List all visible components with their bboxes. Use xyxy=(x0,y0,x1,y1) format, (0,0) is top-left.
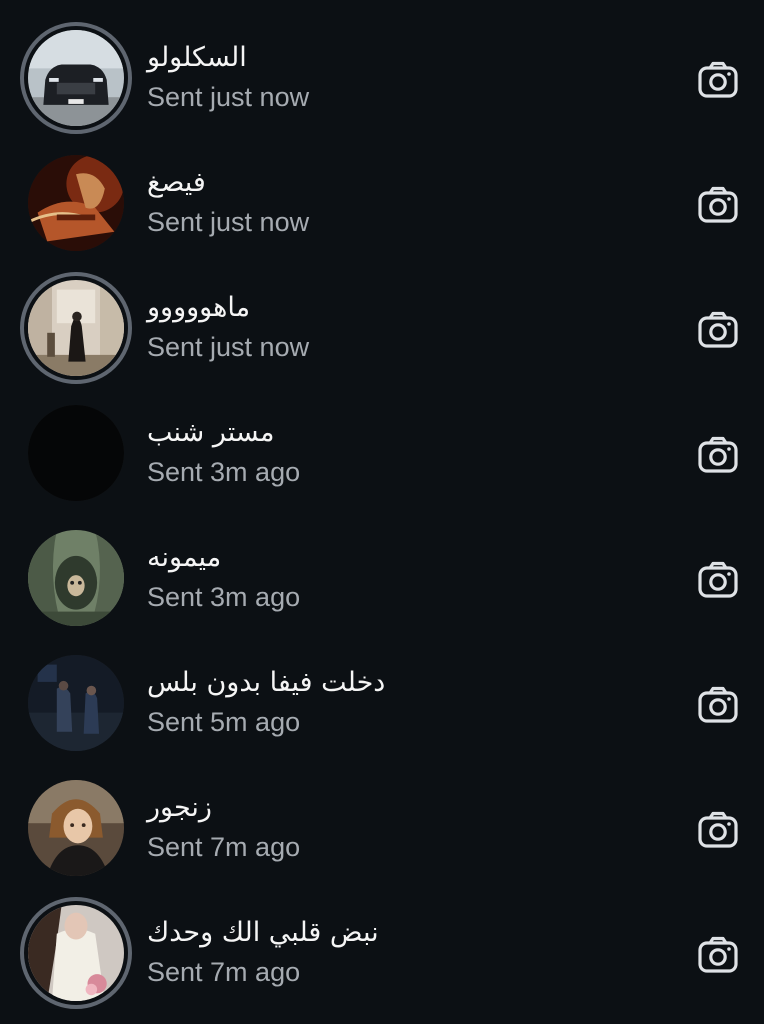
conversation-list: السكلولو Sent just now فيصغ Sent just no… xyxy=(0,0,764,1024)
camera-button[interactable] xyxy=(690,430,746,480)
conversation-row[interactable]: دخلت فيفا بدون بلس Sent 5m ago xyxy=(0,625,764,751)
camera-button[interactable] xyxy=(690,55,746,105)
camera-button[interactable] xyxy=(690,180,746,230)
conversation-name: دخلت فيفا بدون بلس xyxy=(147,667,386,698)
avatar-story-ring[interactable] xyxy=(20,897,132,1009)
conversation-row[interactable]: زنجور Sent 7m ago xyxy=(0,750,764,876)
conversation-row[interactable]: ماهووووو Sent just now xyxy=(0,250,764,384)
camera-icon xyxy=(698,936,738,973)
message-status: Sent 5m ago xyxy=(147,707,301,737)
conversation-name: فيصغ xyxy=(147,167,206,198)
conversation-row[interactable]: فيصغ Sent just now xyxy=(0,125,764,251)
message-status: Sent 3m ago xyxy=(147,582,301,612)
message-status: Sent just now xyxy=(147,82,310,112)
message-status: Sent 7m ago xyxy=(147,957,301,987)
message-status: Sent 3m ago xyxy=(147,457,301,487)
avatar-story-ring[interactable] xyxy=(20,272,132,384)
avatar xyxy=(28,655,124,751)
camera-button[interactable] xyxy=(690,805,746,855)
camera-icon xyxy=(698,436,738,473)
camera-icon xyxy=(698,811,738,848)
conversation-row[interactable]: مستر شنب Sent 3m ago xyxy=(0,375,764,501)
avatar-container[interactable] xyxy=(20,522,132,634)
conversation-name: زنجور xyxy=(147,792,212,823)
camera-icon xyxy=(698,561,738,598)
avatar xyxy=(28,280,124,376)
avatar xyxy=(28,530,124,626)
avatar-container[interactable] xyxy=(20,772,132,884)
camera-icon xyxy=(698,686,738,723)
conversation-name: نبض قلبي الك وحدك xyxy=(147,917,379,948)
conversation-row[interactable]: نبض قلبي الك وحدك Sent 7m ago xyxy=(0,875,764,1009)
conversation-name: مستر شنب xyxy=(147,417,275,448)
avatar xyxy=(28,405,124,501)
camera-button[interactable] xyxy=(690,680,746,730)
camera-button[interactable] xyxy=(690,555,746,605)
conversation-name: ماهووووو xyxy=(147,292,251,323)
message-status: Sent just now xyxy=(147,332,310,362)
conversation-row[interactable]: ميمونه Sent 3m ago xyxy=(0,500,764,626)
avatar xyxy=(28,30,124,126)
camera-icon xyxy=(698,186,738,223)
avatar-container[interactable] xyxy=(20,147,132,259)
avatar xyxy=(28,155,124,251)
camera-button[interactable] xyxy=(690,305,746,355)
conversation-row[interactable]: السكلولو Sent just now xyxy=(0,0,764,134)
conversation-name: السكلولو xyxy=(147,42,247,73)
camera-button[interactable] xyxy=(690,930,746,980)
camera-icon xyxy=(698,311,738,348)
conversation-name: ميمونه xyxy=(147,542,222,573)
message-status: Sent 7m ago xyxy=(147,832,301,862)
avatar-container[interactable] xyxy=(20,397,132,509)
message-status: Sent just now xyxy=(147,207,310,237)
avatar-story-ring[interactable] xyxy=(20,22,132,134)
avatar-container[interactable] xyxy=(20,647,132,759)
camera-icon xyxy=(698,61,738,98)
avatar xyxy=(28,905,124,1001)
avatar xyxy=(28,780,124,876)
